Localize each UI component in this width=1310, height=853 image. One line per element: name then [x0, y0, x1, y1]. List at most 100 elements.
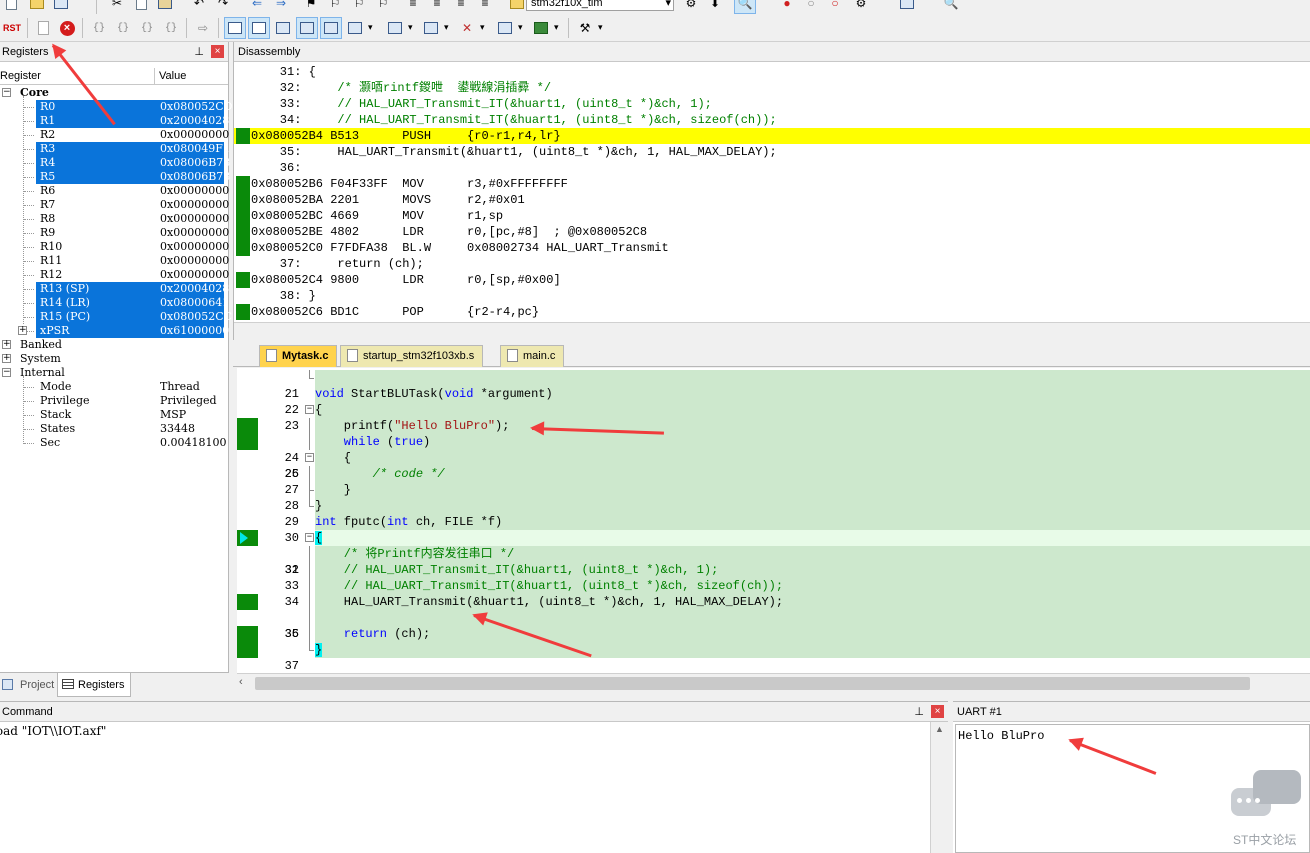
tree-node-system[interactable]: + System [0, 352, 228, 366]
bookmark-icon[interactable]: ⚑ [300, 0, 322, 14]
breakpoint-disable-icon[interactable]: ○ [800, 0, 822, 14]
close-icon[interactable]: × [931, 705, 944, 718]
download-icon[interactable]: ⬇ [704, 0, 726, 14]
system-viewer-chevron-icon[interactable]: ▾ [554, 22, 559, 33]
internal-row[interactable]: Mode Thread [0, 380, 228, 394]
tab-mytask-c[interactable]: Mytask.c [259, 345, 338, 367]
register-value[interactable]: 0x08006B78 [160, 170, 230, 184]
cut-icon[interactable]: ✂ [106, 0, 128, 14]
settings-icon[interactable]: ⚙ [850, 0, 872, 14]
copy-icon[interactable] [130, 0, 152, 14]
fold-toggle[interactable]: − [305, 453, 314, 462]
column-register[interactable]: Register [0, 68, 41, 85]
disassembly-line[interactable]: 0x080052C6 BD1C POP {r2-r4,pc} [234, 304, 1310, 320]
register-row[interactable]: R9 0x00000000 [0, 226, 229, 240]
register-row[interactable]: + xPSR 0x61000000 [0, 324, 229, 338]
register-row[interactable]: R5 0x08006B78 [0, 170, 230, 184]
debug-icon[interactable]: 🔍 [734, 0, 756, 14]
analysis-window-icon[interactable]: ✕ [456, 17, 478, 39]
fold-toggle[interactable]: − [305, 533, 314, 542]
register-value[interactable]: 0x20004028 [160, 282, 229, 296]
register-row[interactable]: R8 0x00000000 [0, 212, 229, 226]
unindent-icon[interactable]: ≡ [426, 0, 448, 14]
disassembly-line[interactable]: 0x080052BC 4669 MOV r1,sp [234, 208, 1310, 224]
register-row[interactable]: R6 0x00000000 [0, 184, 229, 198]
scroll-thumb[interactable] [255, 677, 1250, 690]
search-icon[interactable]: 🔍 [940, 0, 962, 14]
symbols-window-icon[interactable] [272, 17, 294, 39]
register-row[interactable]: R4 0x08006B78 [0, 156, 230, 170]
window-layout-icon[interactable] [896, 0, 918, 14]
toolbox-chevron-icon[interactable]: ▾ [598, 22, 603, 33]
uncomment-icon[interactable]: ≡ [474, 0, 496, 14]
disassembly-line[interactable]: 0x080052B6 F04F33FF MOV r3,#0xFFFFFFFF [234, 176, 1310, 192]
tree-node-internal[interactable]: − Internal [0, 366, 228, 380]
register-value[interactable]: 0x00000000 [160, 128, 229, 142]
editor-horizontal-scrollbar[interactable]: ‹ [237, 673, 1310, 693]
register-value[interactable]: 0x00000000 [160, 184, 229, 198]
undo-icon[interactable]: ↶ [188, 0, 210, 14]
register-row[interactable]: R3 0x080049F1 [0, 142, 230, 156]
redo-icon[interactable]: ↷ [212, 0, 234, 14]
save-icon[interactable] [50, 0, 72, 14]
register-value[interactable]: 0x08000641 [160, 296, 229, 310]
stop-icon[interactable]: × [56, 17, 78, 39]
breakpoint-clear-icon[interactable]: ○ [824, 0, 846, 14]
watch-window-icon[interactable] [344, 17, 366, 39]
analysis-dropdown-chevron-icon[interactable]: ▾ [480, 22, 485, 33]
tab-main-c[interactable]: main.c [500, 345, 565, 367]
register-row[interactable]: R11 0x00000000 [0, 254, 229, 268]
disassembly-line[interactable]: 32: /* 灏唒rintf鍐呭 鍙戦線涓插彛 */ [234, 80, 1310, 96]
reset-button[interactable]: RST [1, 17, 23, 39]
run-icon[interactable] [32, 17, 54, 39]
code-editor[interactable]: 21 22 void StartBLUTask(void *argument) … [237, 368, 1310, 673]
collapse-icon[interactable]: − [2, 88, 11, 97]
disassembly-line[interactable]: 0x080052C4 9800 LDR r0,[sp,#0x00] [234, 272, 1310, 288]
toolbox-icon[interactable]: ⚒ [574, 17, 596, 39]
disassembly-window-icon[interactable] [248, 17, 270, 39]
disassembly-line[interactable]: 31: { [234, 64, 1310, 80]
disassembly-line[interactable]: 38: } [234, 288, 1310, 304]
register-row[interactable]: R13 (SP) 0x20004028 [0, 282, 229, 296]
register-value[interactable]: 0x61000000 [160, 324, 229, 338]
memory-window-icon[interactable] [384, 17, 406, 39]
register-value[interactable]: 0x00000000 [160, 240, 229, 254]
indent-icon[interactable]: ≡ [402, 0, 424, 14]
internal-row[interactable]: Privilege Privileged [0, 394, 228, 408]
scroll-up-icon[interactable]: ▲ [935, 724, 944, 734]
open-file-icon[interactable] [26, 0, 48, 14]
disassembly-line-current[interactable]: 0x080052B4 B513 PUSH {r0-r1,r4,lr} [234, 128, 1310, 144]
nav-forward-icon[interactable]: ⇒ [270, 0, 292, 14]
register-row[interactable]: R12 0x00000000 [0, 268, 229, 282]
registers-window-icon[interactable] [296, 17, 318, 39]
step-into-icon[interactable]: {} [88, 17, 110, 39]
disassembly-horizontal-scrollbar[interactable] [234, 322, 1310, 340]
register-value[interactable]: 0x00000000 [160, 254, 229, 268]
register-value[interactable]: 0x080052CD [160, 100, 232, 114]
fold-toggle[interactable]: − [305, 405, 314, 414]
breakpoint-icon[interactable]: ● [776, 0, 798, 14]
disassembly-line[interactable]: 0x080052BE 4802 LDR r0,[pc,#8] ; @0x0800… [234, 224, 1310, 240]
run-to-cursor-icon[interactable]: {} [160, 17, 182, 39]
nav-back-icon[interactable]: ⇐ [246, 0, 268, 14]
bookmark-clear-icon[interactable]: ⚐ [372, 0, 394, 14]
expand-icon[interactable]: + [2, 354, 11, 363]
register-value[interactable]: 0x00000000 [160, 226, 229, 240]
system-viewer-icon[interactable] [530, 17, 552, 39]
disassembly-line[interactable]: 37: return (ch); [234, 256, 1310, 272]
pin-icon[interactable]: ⊥ [194, 42, 204, 62]
serial-dropdown-chevron-icon[interactable]: ▾ [444, 22, 449, 33]
bookmark-prev-icon[interactable]: ⚐ [324, 0, 346, 14]
watch-dropdown-chevron-icon[interactable]: ▾ [368, 22, 373, 33]
register-row[interactable]: R0 0x080052CD [0, 100, 232, 114]
disassembly-line[interactable]: 0x080052BA 2201 MOVS r2,#0x01 [234, 192, 1310, 208]
step-over-icon[interactable]: {} [112, 17, 134, 39]
find-in-files-icon[interactable] [506, 0, 528, 14]
tree-node-core[interactable]: − Core [0, 86, 228, 100]
command-vertical-scrollbar[interactable]: ▲ [930, 722, 948, 853]
show-next-statement-icon[interactable]: ⇨ [192, 17, 214, 39]
register-value[interactable]: 0x08006B78 [160, 156, 230, 170]
paste-icon[interactable] [154, 0, 176, 14]
expand-icon[interactable]: + [2, 340, 11, 349]
register-value[interactable]: 0x00000000 [160, 212, 229, 226]
